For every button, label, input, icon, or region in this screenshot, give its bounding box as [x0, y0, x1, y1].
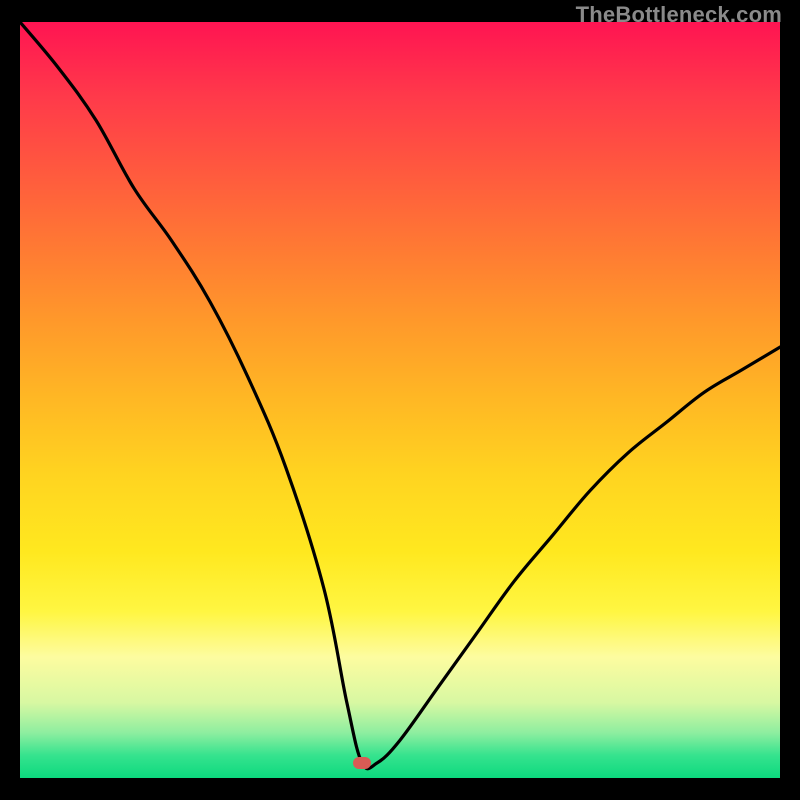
chart-frame: TheBottleneck.com [0, 0, 800, 800]
minimum-marker-icon [353, 757, 371, 769]
bottleneck-curve [20, 22, 780, 778]
chart-plot-area [20, 22, 780, 778]
